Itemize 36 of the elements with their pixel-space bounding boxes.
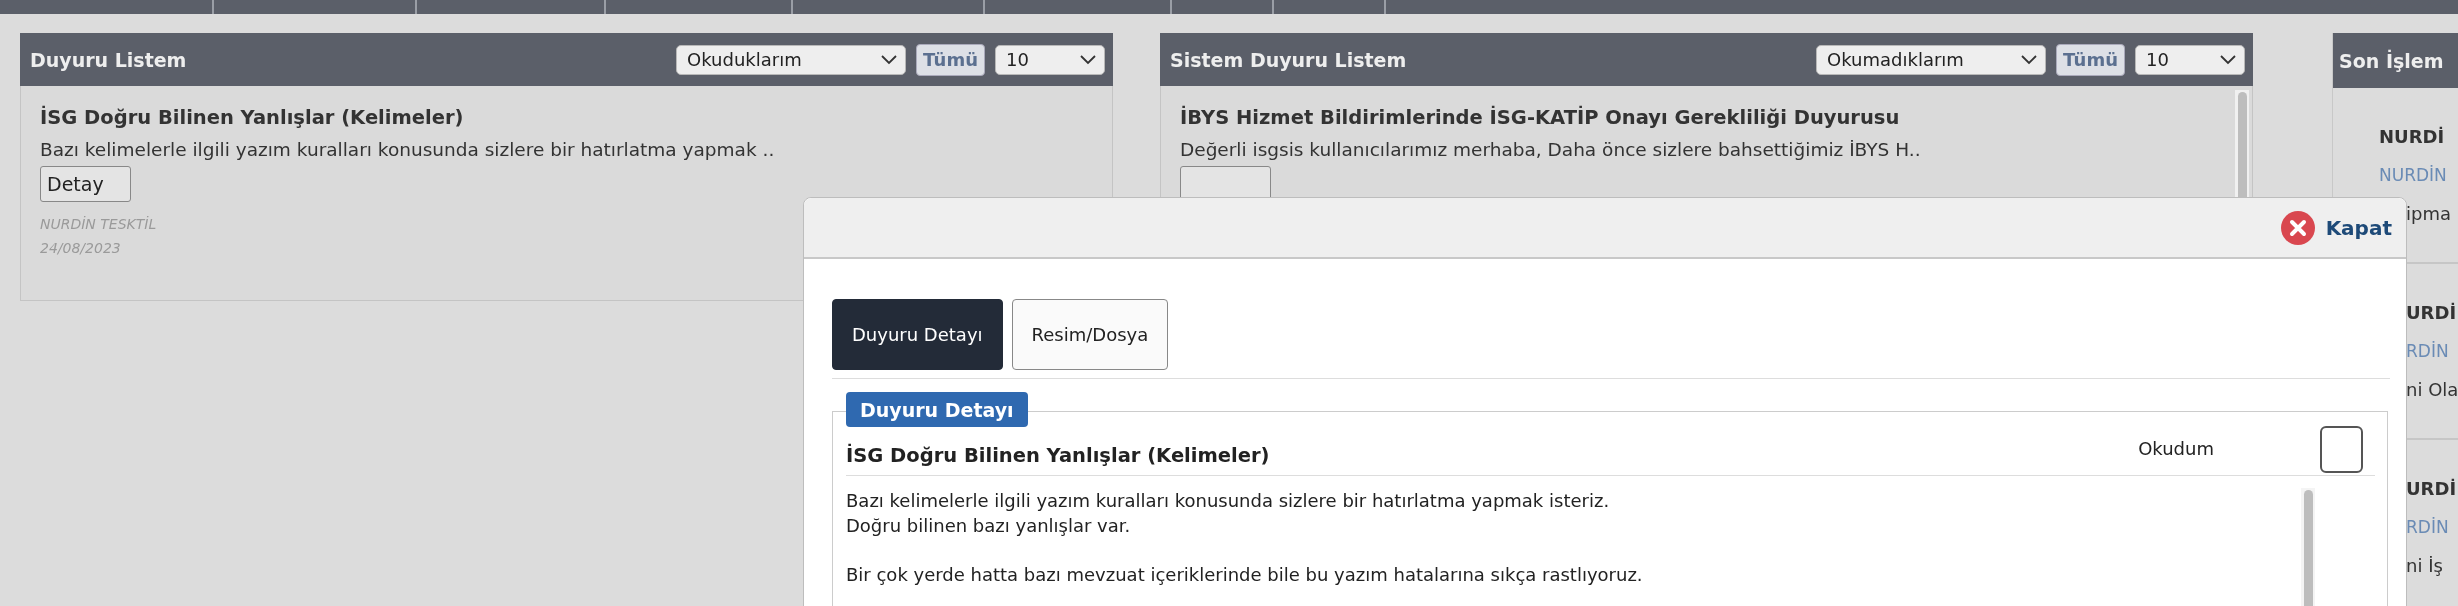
detail-button[interactable]: Detay — [40, 166, 131, 202]
announcement-title: İBYS Hizmet Bildirimlerinde İSG-KATİP Onayı Gerekliliği Duyurusu — [1180, 106, 1900, 129]
announcement-summary: Değerli isgsis kullanıcılarımız merhaba, Daha önce sizlere bahsettiğimiz İBYS H.. — [1180, 139, 1921, 160]
announcement-title: İSG Doğru Bilinen Yanlışlar (Kelimeler) — [40, 106, 464, 129]
read-label: Okudum — [2138, 438, 2214, 459]
chevron-icon — [1080, 54, 1096, 65]
filter-select[interactable]: Okumadıklarım — [1816, 44, 2047, 75]
chevron-icon — [2220, 54, 2236, 65]
body-paragraph: Bir çok yerde hatta bazı mevzuat içeriklerinde bile bu yazım hatalarına sıkça rastlıyoruz. — [846, 563, 1644, 587]
chevron-icon — [881, 54, 898, 65]
author-name: NURDİN TESKTİL — [40, 216, 157, 232]
activity-title: NURDİ — [2379, 126, 2446, 147]
body-paragraph: Bazı kelimelerle ilgili yazım kuralları konusunda sizlere bir hatırlatma yapmak isteriz. Doğru bilinen bazı yanlışlar var. — [846, 489, 1611, 538]
announcement-summary: Bazı kelimelerle ilgili yazım kuralları konusunda sizlere bir hatırlatma yapmak .. — [40, 139, 775, 160]
activity-title: URDİ — [2406, 478, 2458, 499]
page-size-select[interactable]: 10 — [995, 44, 1105, 75]
activity-text: ipma — [2406, 203, 2452, 224]
section-legend: Duyuru Detayı — [846, 392, 1028, 427]
panel-title: Son İşlem — [2339, 49, 2445, 72]
all-button[interactable]: Tümü — [2056, 43, 2125, 76]
read-checkbox[interactable] — [2320, 426, 2363, 473]
chevron-icon — [2021, 54, 2038, 65]
activity-title: URDİ — [2406, 302, 2458, 323]
close-button[interactable]: Kapat — [2279, 209, 2392, 246]
filter-select[interactable]: Okuduklarım — [676, 44, 907, 75]
activity-text: ni İş — [2406, 555, 2444, 576]
tab[interactable]: Duyuru Detayı — [832, 299, 1003, 370]
activity-text: ni Ola — [2406, 379, 2458, 400]
panel-title: Sistem Duyuru Listem — [1170, 48, 1408, 71]
page-size-select[interactable]: 10 — [2135, 44, 2245, 75]
announcement-title: İSG Doğru Bilinen Yanlışlar (Kelimeler) — [846, 444, 1271, 467]
tab[interactable]: Resim/Dosya — [1011, 299, 1169, 370]
date-text: 24/08/2023 — [40, 240, 121, 256]
close-icon — [2279, 209, 2316, 246]
all-button[interactable]: Tümü — [916, 43, 985, 76]
panel-title: Duyuru Listem — [30, 48, 188, 71]
